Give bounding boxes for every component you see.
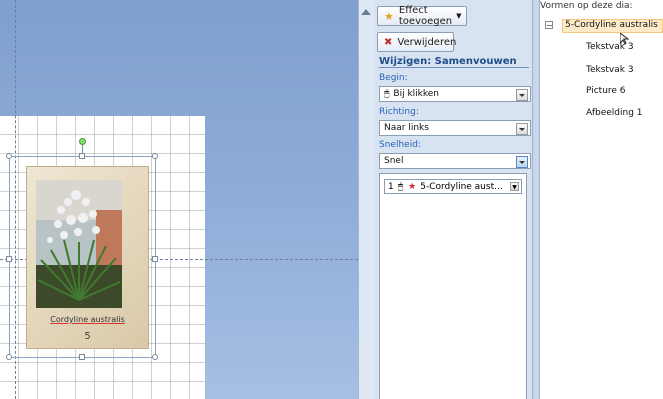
direction-select[interactable]: Naar links — [379, 120, 531, 136]
tree-item-child[interactable]: Picture 6 — [586, 86, 626, 96]
custom-animation-pane: ★ Effect toevoegen ▼ ✖ Verwijderen Wijzi… — [374, 0, 532, 399]
dropdown-arrow-icon[interactable] — [516, 123, 528, 135]
resize-handle-bottom[interactable] — [79, 354, 85, 360]
tree-item-child[interactable]: Tekstvak 3 — [586, 42, 634, 52]
resize-handle-bottom-left[interactable] — [6, 354, 12, 360]
exit-effect-star-icon: ★ — [408, 181, 417, 192]
mouse-click-icon: 🖱 — [397, 181, 404, 192]
resize-handle-left[interactable] — [6, 256, 12, 262]
collapse-toggle-icon[interactable]: − — [545, 21, 553, 30]
canvas-scrollbar[interactable] — [358, 0, 374, 399]
speed-select[interactable]: Snel — [379, 153, 531, 169]
speed-value: Snel — [384, 156, 404, 166]
section-title: Wijzigen: Samenvouwen — [379, 56, 517, 67]
list-item-index: 1 — [388, 181, 394, 192]
mouse-cursor-icon — [619, 30, 630, 45]
mouse-click-icon: 🖱 — [384, 89, 390, 99]
tree-item-group[interactable]: 5-Cordyline australis — [562, 19, 663, 33]
direction-label: Richting: — [379, 107, 419, 117]
remove-label: Verwijderen — [397, 36, 457, 48]
resize-handle-top-right[interactable] — [152, 153, 158, 159]
dropdown-arrow-icon[interactable] — [516, 89, 528, 101]
section-divider — [379, 67, 529, 68]
list-item-dropdown-icon[interactable]: ▼ — [510, 182, 519, 191]
selection-box[interactable] — [9, 156, 156, 358]
speed-label: Snelheid: — [379, 140, 421, 150]
pane-divider[interactable] — [532, 0, 540, 399]
add-effect-button[interactable]: ★ Effect toevoegen ▼ — [377, 5, 467, 27]
chevron-down-icon: ▼ — [456, 12, 462, 20]
scroll-up-arrow-icon[interactable] — [361, 9, 371, 15]
start-label: Begin: — [379, 73, 408, 83]
animation-list[interactable]: 1 🖱 ★ 5-Cordyline aust... ▼ — [379, 173, 527, 399]
resize-handle-bottom-right[interactable] — [152, 354, 158, 360]
rotation-handle[interactable] — [79, 138, 86, 145]
resize-handle-right[interactable] — [152, 256, 158, 262]
selection-pane: Vormen op deze dia: − 5-Cordyline austra… — [540, 0, 663, 399]
resize-handle-top-left[interactable] — [6, 153, 12, 159]
list-item-label: 5-Cordyline aust... — [420, 181, 503, 192]
star-icon: ★ — [384, 9, 394, 23]
resize-handle-top[interactable] — [79, 153, 85, 159]
slide-canvas[interactable]: Cordyline australis 5 — [0, 0, 358, 399]
tree-item-child[interactable]: Afbeelding 1 — [586, 108, 643, 118]
dropdown-arrow-icon[interactable] — [516, 156, 528, 168]
remove-button[interactable]: ✖ Verwijderen — [377, 32, 457, 52]
direction-value: Naar links — [384, 123, 429, 133]
selection-pane-header: Vormen op deze dia: — [540, 1, 633, 11]
animation-list-item[interactable]: 1 🖱 ★ 5-Cordyline aust... ▼ — [384, 179, 522, 194]
add-effect-label: Effect toevoegen — [398, 5, 453, 27]
tree-item-child[interactable]: Tekstvak 3 — [586, 65, 634, 75]
start-select[interactable]: 🖱 Bij klikken — [379, 86, 531, 102]
start-value: Bij klikken — [393, 89, 439, 99]
remove-icon: ✖ — [384, 36, 393, 48]
